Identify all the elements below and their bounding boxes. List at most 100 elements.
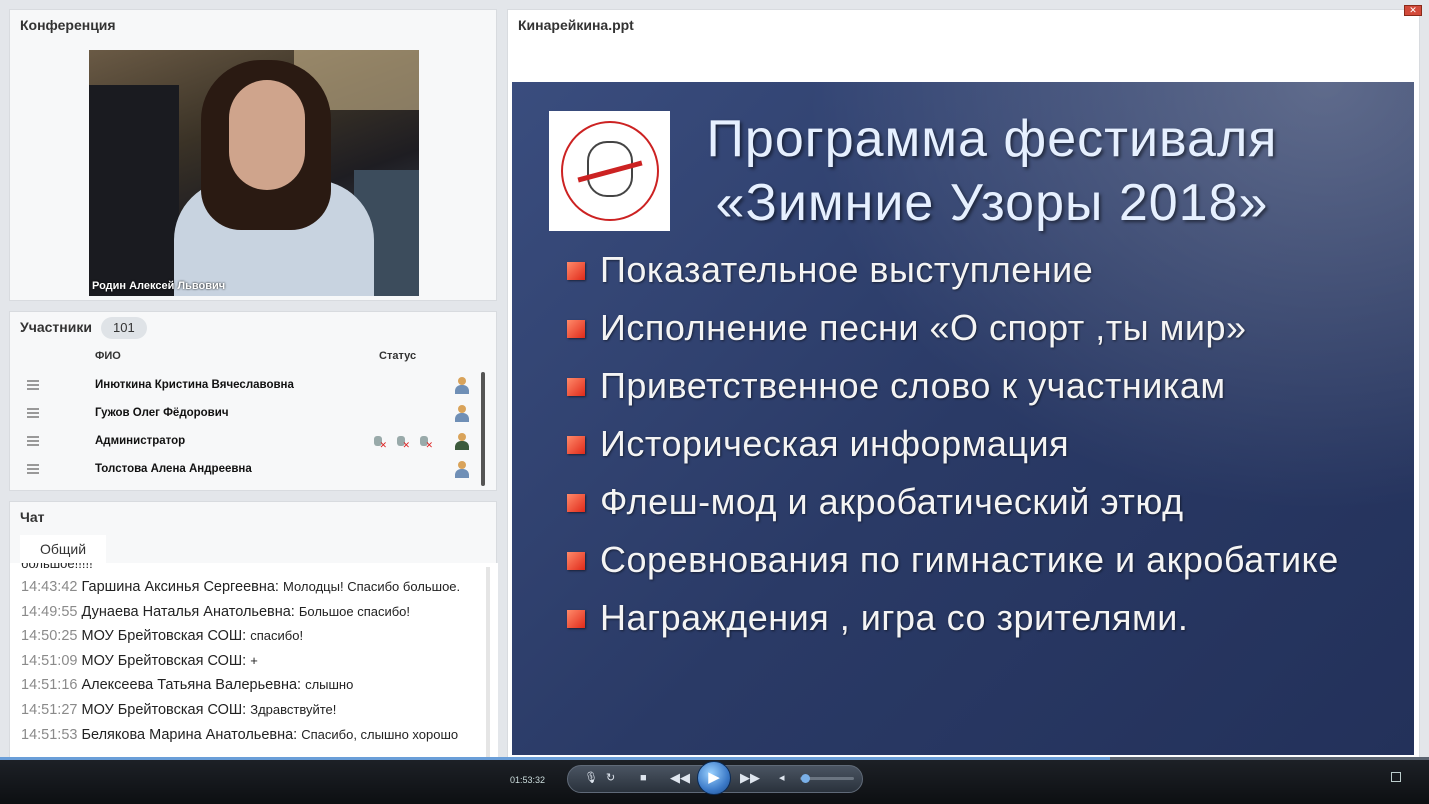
slide-bullet-list: Показательное выступление Исполнение пес… [567, 246, 1387, 652]
message-time: 14:51:09 [21, 652, 78, 669]
rewind-icon[interactable]: ◀◀ [670, 771, 690, 784]
participants-count-badge: 101 [101, 317, 147, 339]
message-sender: МОУ Брейтовская СОШ: [81, 652, 247, 669]
presentation-panel: Кинарейкина.ppt Программа фестиваля «Зим… [507, 9, 1420, 804]
slide-bullet: Приветственное слово к участникам [567, 362, 1387, 410]
participant-row[interactable]: Инюткина Кристина Вячеславовна [10, 372, 488, 400]
bullet-square-icon [567, 610, 585, 628]
participant-row[interactable]: Толстова Алена Андреевна [10, 456, 488, 484]
message-text: Спасибо, слышно хорошо [301, 726, 459, 742]
chat-message: 14:50:25 МОУ Брейтовская СОШ: спасибо! [21, 628, 483, 644]
message-sender: Белякова Марина Анатольевна: [81, 726, 298, 743]
participants-panel: Участники 101 ФИО Статус Инюткина Кристи… [9, 311, 497, 491]
message-time: 14:50:25 [21, 628, 78, 645]
message-sender: МОУ Брейтовская СОШ: [81, 628, 247, 645]
message-text: Здравствуйте! [250, 701, 337, 717]
chat-tab-general[interactable]: Общий [20, 535, 106, 563]
presentation-slide: Программа фестиваля «Зимние Узоры 2018» … [512, 82, 1414, 755]
video-person-face [229, 80, 305, 190]
message-sender: МОУ Брейтовская СОШ: [81, 701, 247, 718]
menu-icon[interactable] [27, 464, 39, 474]
screen-off-icon[interactable]: ✕ [419, 436, 433, 450]
message-time: 14:43:42 [21, 579, 78, 595]
bullet-square-icon [567, 494, 585, 512]
message-time: 14:49:55 [21, 603, 78, 620]
bullet-square-icon [567, 320, 585, 338]
progress-bar[interactable] [0, 757, 1429, 760]
participant-row[interactable]: Гужов Олег Фёдорович [10, 400, 488, 428]
bullet-square-icon [567, 436, 585, 454]
play-icon[interactable]: ▶ [697, 761, 731, 795]
progress-fill [0, 757, 1110, 760]
video-speaker-name: Родин Алексей Львович [92, 280, 226, 292]
participant-name: Толстова Алена Андреевна [95, 463, 252, 475]
chat-message: 14:49:55 Дунаева Наталья Анатольевна: Бо… [21, 604, 483, 620]
slide-title-line-2: «Зимние Узоры 2018» [715, 174, 1269, 232]
slide-bullet: Историческая информация [567, 420, 1387, 468]
message-time: 14:51:53 [21, 726, 78, 743]
mic-muted-icon[interactable]: ✕ [373, 436, 387, 450]
camera-off-icon[interactable]: ✕ [396, 436, 410, 450]
participant-name: Инюткина Кристина Вячеславовна [95, 379, 294, 391]
fast-forward-icon[interactable]: ▶▶ [740, 771, 760, 784]
message-text: слышно [305, 677, 354, 693]
slide-bullet: Исполнение песни «О спорт ,ты мир» [567, 304, 1387, 352]
message-text: Большое спасибо! [298, 603, 411, 619]
slide-bullet-text: Награждения , игра со зрителями. [600, 597, 1189, 638]
slide-bullet-text: Историческая информация [600, 423, 1070, 464]
menu-icon[interactable] [27, 436, 39, 446]
refresh-icon[interactable]: ↻ [606, 772, 615, 784]
slide-bullet-text: Флеш-мод и акробатический этюд [600, 481, 1184, 522]
conference-title: Конференция [20, 17, 116, 33]
logo [549, 111, 670, 231]
participant-name: Администратор [95, 435, 186, 447]
message-sender: Алексеева Татьяна Валерьевна: [81, 677, 302, 694]
slide-title: Программа фестиваля «Зимние Узоры 2018» [682, 107, 1302, 235]
playback-time: 01:53:32 [510, 775, 546, 785]
chat-cut-line: большое!!!!! [21, 563, 93, 571]
mic-icon[interactable]: 🎙︎ [584, 772, 598, 784]
menu-icon[interactable] [27, 408, 39, 418]
conference-panel: Конференция Родин Алексей Львович [9, 9, 497, 301]
slide-bullet: Показательное выступление [567, 246, 1387, 294]
slide-bullet: Флеш-мод и акробатический этюд [567, 478, 1387, 526]
message-text: Молодцы! Спасибо большое. [283, 579, 461, 594]
message-sender: Дунаева Наталья Анатольевна: [81, 603, 295, 620]
slide-bullet: Соревнования по гимнастике и акробатике [567, 536, 1387, 584]
participants-scrollbar[interactable] [481, 372, 485, 486]
slide-bullet-text: Показательное выступление [600, 249, 1094, 290]
slide-bullet: Награждения , игра со зрителями. [567, 594, 1387, 642]
message-sender: Гаршина Аксинья Сергеевна: [81, 579, 279, 595]
user-icon [455, 461, 469, 479]
participant-row[interactable]: Администратор ✕ ✕ ✕ [10, 428, 488, 456]
fullscreen-icon[interactable] [1391, 772, 1401, 782]
message-time: 14:51:16 [21, 677, 78, 694]
user-icon [455, 377, 469, 395]
chat-message-list: 14:43:42 Гаршина Аксинья Сергеевна: Моло… [21, 579, 483, 751]
participants-title: Участники [20, 319, 92, 335]
chat-message: 14:51:53 Белякова Марина Анатольевна: Сп… [21, 727, 483, 743]
close-icon[interactable]: ✕ [1404, 5, 1422, 16]
bullet-square-icon [567, 378, 585, 396]
slide-bullet-text: Приветственное слово к участникам [600, 365, 1226, 406]
volume-slider-knob[interactable] [801, 774, 810, 783]
chat-message: 14:43:42 Гаршина Аксинья Сергеевна: Моло… [21, 579, 483, 595]
column-header-name: ФИО [95, 350, 121, 362]
slide-bullet-text: Исполнение песни «О спорт ,ты мир» [600, 307, 1247, 348]
slide-title-line-1: Программа фестиваля [706, 110, 1278, 168]
chat-message: 14:51:27 МОУ Брейтовская СОШ: Здравствуй… [21, 702, 483, 718]
bullet-square-icon [567, 552, 585, 570]
video-feed[interactable]: Родин Алексей Львович [89, 50, 419, 296]
media-player-bar: 01:53:32 🎙︎ ↻ ■ ◀◀ ▶ ▶▶ ◂ [0, 757, 1429, 804]
column-header-status: Статус [379, 350, 417, 362]
stop-icon[interactable]: ■ [640, 772, 647, 784]
chat-message: 14:51:16 Алексеева Татьяна Валерьевна: с… [21, 677, 483, 693]
presentation-title: Кинарейкина.ppt [518, 17, 634, 33]
participants-list: Инюткина Кристина Вячеславовна Гужов Оле… [10, 372, 488, 484]
bullet-square-icon [567, 262, 585, 280]
message-time: 14:51:27 [21, 701, 78, 718]
menu-icon[interactable] [27, 380, 39, 390]
chat-title: Чат [20, 509, 45, 525]
volume-icon[interactable]: ◂ [779, 772, 785, 784]
admin-user-icon [455, 433, 469, 451]
